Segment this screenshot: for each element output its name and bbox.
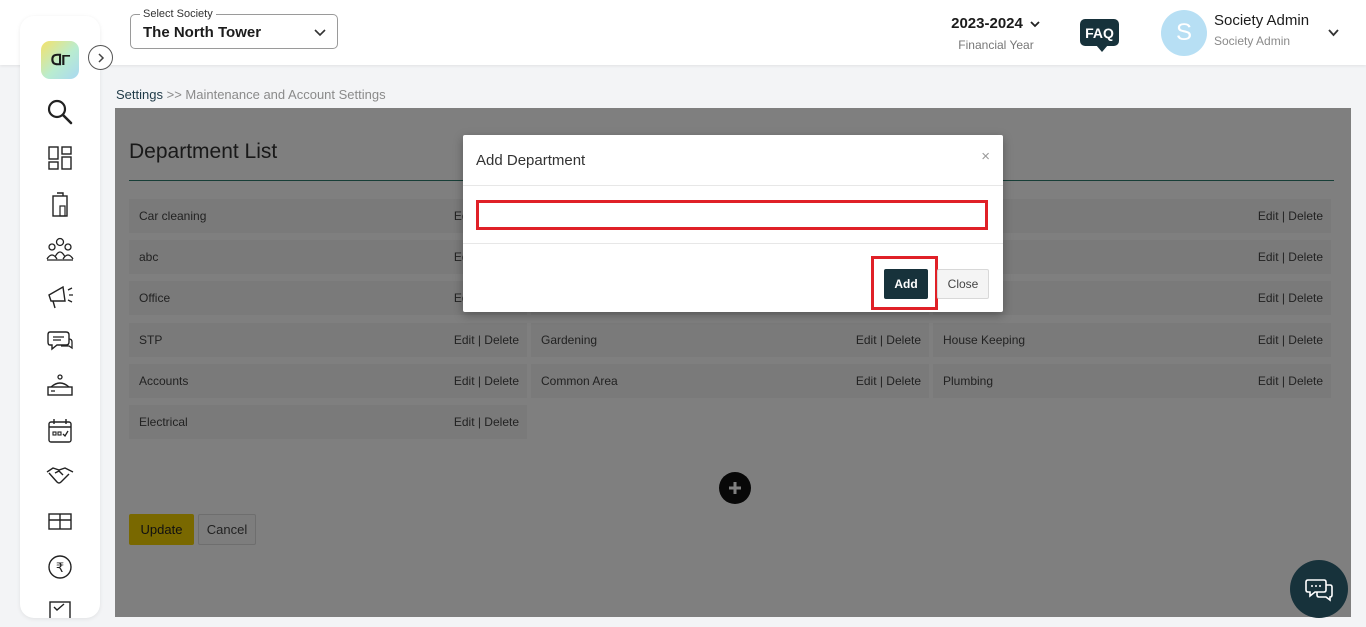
chevron-down-icon [1030, 20, 1040, 27]
announcement-icon[interactable] [44, 280, 76, 312]
rupee-icon[interactable]: ₹ [44, 551, 76, 583]
society-select-value: The North Tower [143, 24, 262, 41]
svg-text:₹: ₹ [56, 561, 64, 576]
chevron-down-icon [314, 29, 326, 37]
support-chat-button[interactable] [1290, 560, 1348, 618]
financial-year-selector[interactable]: 2023-2024 Financial Year [940, 15, 1052, 52]
financial-year-value: 2023-2024 [951, 15, 1023, 32]
avatar[interactable]: S [1161, 10, 1207, 56]
app-logo[interactable]: ᗡΓ [41, 41, 79, 79]
add-button[interactable]: Add [884, 269, 928, 299]
close-icon[interactable]: × [981, 148, 990, 165]
calendar-icon[interactable] [44, 415, 76, 447]
handshake-icon[interactable] [44, 459, 76, 491]
chat-icon[interactable] [44, 325, 76, 357]
chevron-down-icon[interactable] [1327, 26, 1340, 39]
sidebar-toggle-button[interactable] [88, 45, 113, 70]
sidebar: ᗡΓ ₹ [20, 16, 100, 618]
society-select-label: Select Society [140, 8, 216, 20]
breadcrumb-settings-link[interactable]: Settings [116, 87, 163, 102]
search-icon[interactable] [44, 96, 76, 128]
add-department-modal: Add Department × Add Close [463, 135, 1003, 312]
user-role: Society Admin [1214, 34, 1291, 48]
dashboard-icon[interactable] [44, 142, 76, 174]
checklist-icon[interactable] [44, 596, 76, 618]
society-select[interactable]: Select Society The North Tower [130, 8, 338, 49]
top-bar: Select Society The North Tower 2023-2024… [0, 0, 1366, 65]
modal-footer-divider [463, 243, 1003, 244]
amenity-icon[interactable] [44, 370, 76, 402]
close-button[interactable]: Close [937, 269, 989, 299]
modal-header: Add Department × [463, 135, 1003, 186]
gift-icon[interactable] [44, 504, 76, 536]
building-icon[interactable] [44, 188, 76, 220]
breadcrumb-current: Maintenance and Account Settings [185, 87, 386, 102]
faq-button[interactable]: FAQ [1080, 19, 1119, 52]
financial-year-label: Financial Year [958, 38, 1034, 52]
modal-title: Add Department [476, 152, 586, 169]
chat-bubble-icon [1305, 579, 1333, 602]
department-name-input[interactable] [476, 200, 988, 230]
chevron-right-icon [97, 52, 104, 63]
members-icon[interactable] [44, 234, 76, 266]
breadcrumb-separator: >> [162, 87, 186, 102]
user-name: Society Admin [1214, 12, 1310, 29]
breadcrumb: Settings >> Maintenance and Account Sett… [116, 87, 386, 102]
